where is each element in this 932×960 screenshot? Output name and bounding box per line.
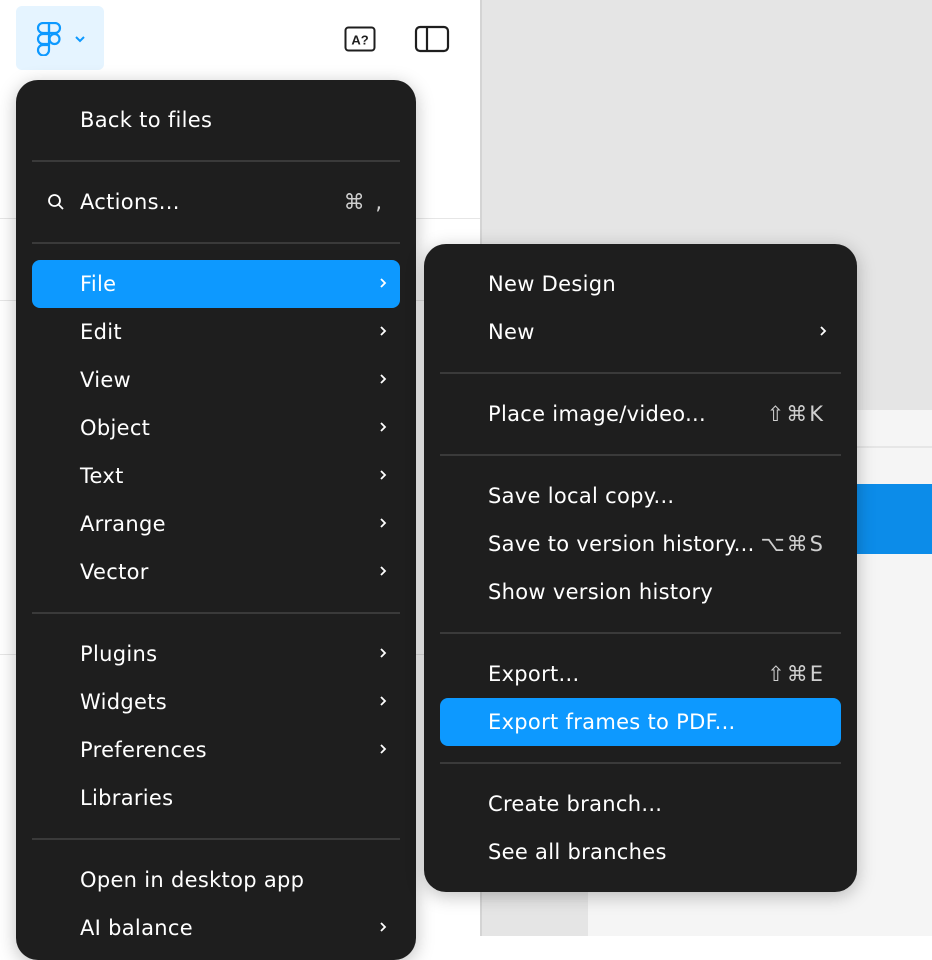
submenu-item-export-frames-pdf[interactable]: Export frames to PDF...	[440, 698, 841, 746]
submenu-item-show-version-history[interactable]: Show version history	[440, 568, 841, 616]
main-menu-button[interactable]	[16, 6, 104, 70]
menu-item-label: Export frames to PDF...	[488, 710, 736, 734]
menu-item-label: Place image/video...	[488, 402, 707, 426]
menu-item-arrange[interactable]: Arrange	[32, 500, 400, 548]
menu-item-label: Show version history	[488, 580, 714, 604]
submenu-item-save-version-history[interactable]: Save to version history... ⌥⌘S	[440, 520, 841, 568]
menu-item-label: Edit	[80, 320, 122, 344]
menu-separator	[32, 242, 400, 244]
menu-item-file[interactable]: File	[32, 260, 400, 308]
chevron-right-icon	[380, 566, 387, 576]
shortcut-label: ⇧⌘K	[766, 402, 825, 426]
menu-item-label: Save local copy...	[488, 484, 675, 508]
submenu-item-export[interactable]: Export... ⇧⌘E	[440, 650, 841, 698]
submenu-item-new-design[interactable]: New Design	[440, 260, 841, 308]
actions-item[interactable]: Actions... ⌘ ,	[32, 178, 400, 226]
chevron-right-icon	[820, 326, 827, 336]
chevron-right-icon	[380, 744, 387, 754]
menu-item-label: Widgets	[80, 690, 167, 714]
search-icon	[48, 194, 64, 210]
submenu-item-new[interactable]: New	[440, 308, 841, 356]
menu-item-open-desktop[interactable]: Open in desktop app	[32, 856, 400, 904]
menu-item-label: AI balance	[80, 916, 193, 940]
chevron-right-icon	[380, 696, 387, 706]
chevron-right-icon	[380, 518, 387, 528]
chevron-right-icon	[380, 326, 387, 336]
menu-item-edit[interactable]: Edit	[32, 308, 400, 356]
menu-item-label: Open in desktop app	[80, 868, 305, 892]
sidebar-toggle-icon[interactable]	[414, 24, 450, 54]
menu-item-label: See all branches	[488, 840, 667, 864]
submenu-item-place-image[interactable]: Place image/video... ⇧⌘K	[440, 390, 841, 438]
menu-item-label: Save to version history...	[488, 532, 755, 556]
menu-item-label: Actions...	[80, 190, 180, 214]
menu-item-label: Arrange	[80, 512, 166, 536]
menu-separator	[440, 762, 841, 764]
shortcut-label: ⌥⌘S	[760, 532, 825, 556]
chevron-right-icon	[380, 648, 387, 658]
menu-item-ai-balance[interactable]: AI balance	[32, 904, 400, 952]
file-submenu: New Design New Place image/video... ⇧⌘K …	[424, 244, 857, 892]
main-menu: Back to files Actions... ⌘ , File Edit V…	[16, 80, 416, 960]
missing-fonts-icon[interactable]: A?	[344, 26, 376, 52]
menu-item-object[interactable]: Object	[32, 404, 400, 452]
menu-item-plugins[interactable]: Plugins	[32, 630, 400, 678]
menu-separator	[32, 838, 400, 840]
menu-item-view[interactable]: View	[32, 356, 400, 404]
menu-separator	[32, 160, 400, 162]
menu-item-label: File	[80, 272, 117, 296]
chevron-right-icon	[380, 470, 387, 480]
menu-item-label: New Design	[488, 272, 616, 296]
menu-item-label: Plugins	[80, 642, 158, 666]
missing-fonts-label: A?	[351, 33, 368, 48]
menu-item-label: Back to files	[80, 108, 213, 132]
shortcut-label: ⌘ ,	[343, 190, 384, 214]
menu-item-text[interactable]: Text	[32, 452, 400, 500]
menu-item-vector[interactable]: Vector	[32, 548, 400, 596]
menu-item-label: Create branch...	[488, 792, 663, 816]
chevron-right-icon	[380, 278, 387, 288]
menu-item-label: New	[488, 320, 535, 344]
menu-item-label: Export...	[488, 662, 580, 686]
menu-item-label: Object	[80, 416, 151, 440]
submenu-item-create-branch[interactable]: Create branch...	[440, 780, 841, 828]
menu-separator	[32, 612, 400, 614]
menu-separator	[440, 454, 841, 456]
menu-item-libraries[interactable]: Libraries	[32, 774, 400, 822]
submenu-item-save-local-copy[interactable]: Save local copy...	[440, 472, 841, 520]
back-to-files-item[interactable]: Back to files	[32, 96, 400, 144]
menu-item-label: Text	[80, 464, 124, 488]
menu-item-label: Vector	[80, 560, 149, 584]
chevron-right-icon	[380, 374, 387, 384]
figma-logo-icon	[36, 22, 62, 56]
menu-separator	[440, 372, 841, 374]
menu-item-label: Preferences	[80, 738, 207, 762]
menu-separator	[440, 632, 841, 634]
shortcut-label: ⇧⌘E	[767, 662, 825, 686]
menu-item-label: View	[80, 368, 132, 392]
chevron-right-icon	[380, 422, 387, 432]
chevron-down-icon	[75, 36, 85, 43]
menu-item-widgets[interactable]: Widgets	[32, 678, 400, 726]
menu-item-label: Libraries	[80, 786, 174, 810]
menu-item-preferences[interactable]: Preferences	[32, 726, 400, 774]
submenu-item-see-all-branches[interactable]: See all branches	[440, 828, 841, 876]
chevron-right-icon	[380, 922, 387, 932]
